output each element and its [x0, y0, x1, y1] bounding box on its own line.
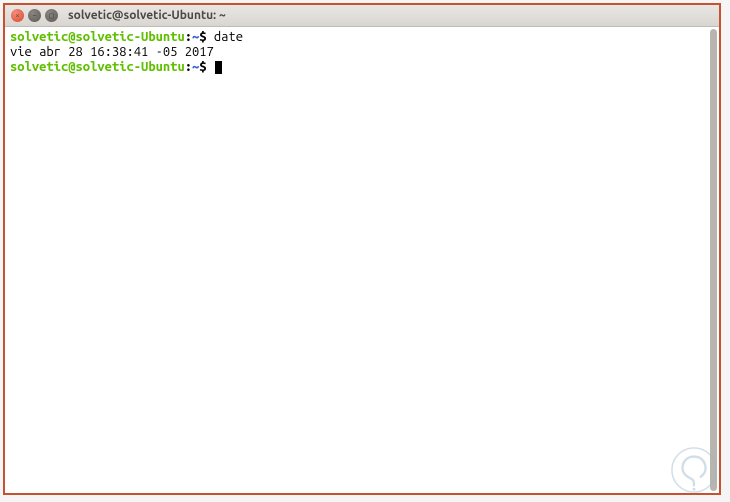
terminal[interactable]: solvetic@solvetic-Ubuntu:~$ date vie abr… [5, 27, 709, 493]
terminal-area: solvetic@solvetic-Ubuntu:~$ date vie abr… [5, 27, 719, 493]
terminal-window: × – ▢ solvetic@solvetic-Ubuntu: ~ solvet… [3, 3, 721, 495]
close-icon[interactable]: × [11, 9, 24, 22]
scrollbar[interactable] [709, 29, 717, 491]
prompt-dollar: $ [199, 60, 206, 74]
prompt-separator: : [185, 30, 192, 44]
cursor-icon [215, 61, 222, 74]
titlebar[interactable]: × – ▢ solvetic@solvetic-Ubuntu: ~ [5, 5, 719, 27]
scrollbar-thumb[interactable] [710, 29, 717, 491]
prompt-dollar: $ [199, 30, 206, 44]
output-line: vie abr 28 16:38:41 -05 2017 [10, 45, 214, 59]
minimize-icon[interactable]: – [28, 9, 41, 22]
window-title: solvetic@solvetic-Ubuntu: ~ [68, 9, 226, 22]
prompt-separator: : [185, 60, 192, 74]
command-text: date [214, 30, 243, 44]
prompt-user-host: solvetic@solvetic-Ubuntu [10, 30, 185, 44]
maximize-icon[interactable]: ▢ [45, 9, 58, 22]
prompt-user-host: solvetic@solvetic-Ubuntu [10, 60, 185, 74]
